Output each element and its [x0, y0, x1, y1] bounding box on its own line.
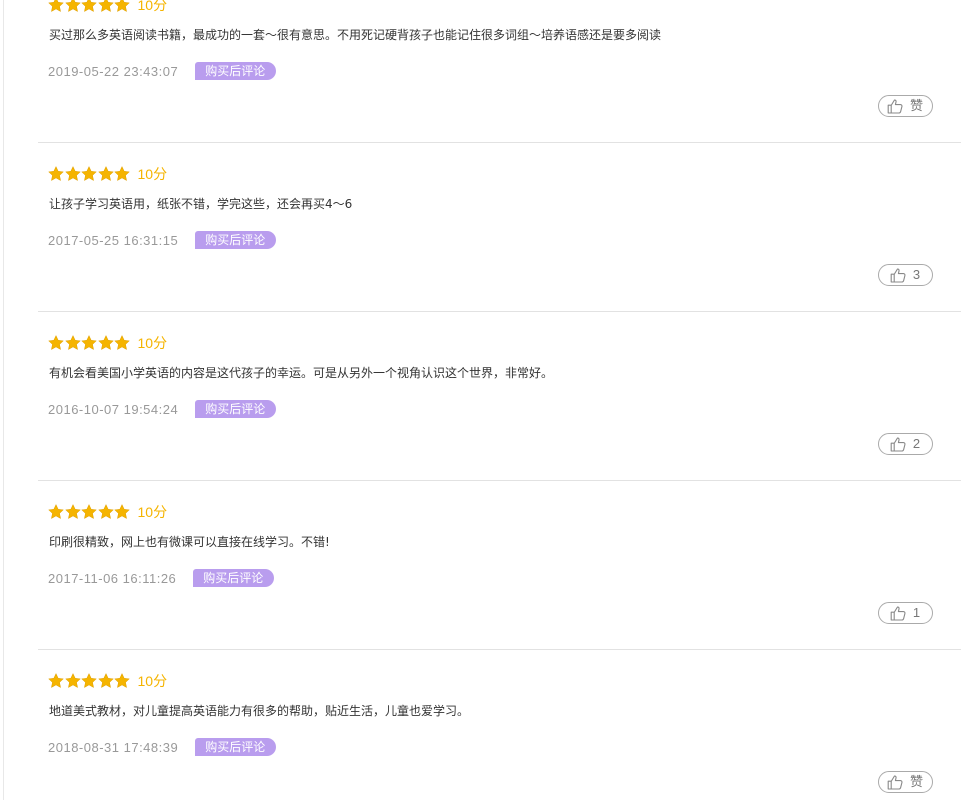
review-meta: 2018-08-31 17:48:39 购买后评论 [48, 737, 277, 757]
review-date: 2018-08-31 17:48:39 [48, 739, 179, 755]
review-meta: 2017-11-06 16:11:26 购买后评论 [48, 568, 275, 588]
score-label: 10分 [137, 335, 168, 351]
star-icon [48, 166, 64, 181]
score-label: 10分 [137, 673, 168, 689]
star-icon [114, 504, 130, 519]
star-icon [81, 335, 97, 350]
star-rating [48, 0, 131, 14]
rating: 10分 [48, 501, 167, 523]
rating: 10分 [48, 670, 167, 692]
left-border [3, 0, 4, 800]
star-rating [48, 672, 131, 690]
review-date: 2017-05-25 16:31:15 [48, 232, 179, 248]
review-meta: 2017-05-25 16:31:15 购买后评论 [48, 230, 277, 250]
like-count: 2 [912, 436, 921, 451]
rating: 10分 [48, 163, 167, 185]
like-button[interactable]: 1 [878, 602, 933, 624]
review-meta: 2019-05-22 23:43:07 购买后评论 [48, 61, 277, 81]
review-item: 10分 有机会看美国小学英语的内容是这代孩子的幸运。可是从另外一个视角认识这个世… [38, 312, 961, 481]
thumbs-up-icon [890, 606, 906, 621]
star-icon [97, 335, 114, 350]
like-count: 赞 [909, 98, 923, 113]
star-icon [97, 673, 114, 688]
star-icon [81, 504, 97, 519]
star-icon [114, 335, 130, 350]
star-icon [97, 0, 114, 12]
review-item: 10分 买过那么多英语阅读书籍，最成功的一套～很有意思。不用死记硬背孩子也能记住… [38, 0, 961, 143]
review-text: 印刷很精致，网上也有微课可以直接在线学习。不错! [49, 535, 330, 549]
star-icon [114, 673, 130, 688]
purchase-badge: 购买后评论 [195, 62, 277, 80]
review-item: 10分 地道美式教材，对儿童提高英语能力有很多的帮助，贴近生活，儿童也爱学习。 … [38, 650, 961, 800]
review-item: 10分 让孩子学习英语用，纸张不错，学完这些，还会再买4～6 2017-05-2… [38, 143, 961, 312]
purchase-badge: 购买后评论 [195, 231, 277, 249]
star-icon [64, 504, 81, 519]
star-icon [81, 166, 97, 181]
star-icon [48, 0, 64, 12]
star-icon [114, 166, 130, 181]
rating: 10分 [48, 0, 167, 16]
score-label: 10分 [137, 166, 168, 182]
star-icon [48, 504, 64, 519]
score-label: 10分 [137, 504, 168, 520]
star-rating [48, 503, 131, 521]
review-text: 买过那么多英语阅读书籍，最成功的一套～很有意思。不用死记硬背孩子也能记住很多词组… [49, 28, 662, 42]
purchase-badge: 购买后评论 [195, 400, 277, 418]
like-count: 赞 [909, 774, 923, 789]
review-date: 2016-10-07 19:54:24 [48, 401, 179, 417]
thumbs-up-icon [890, 268, 906, 283]
rating: 10分 [48, 332, 167, 354]
thumbs-up-icon [887, 775, 903, 790]
like-button[interactable]: 2 [878, 433, 933, 455]
star-icon [97, 166, 114, 181]
star-rating [48, 165, 131, 183]
star-icon [64, 0, 81, 12]
star-icon [81, 673, 97, 688]
review-text: 让孩子学习英语用，纸张不错，学完这些，还会再买4～6 [49, 197, 353, 211]
star-icon [64, 166, 81, 181]
purchase-badge: 购买后评论 [195, 738, 277, 756]
like-button[interactable]: 赞 [877, 771, 933, 793]
star-icon [48, 335, 64, 350]
like-button[interactable]: 赞 [877, 95, 933, 117]
star-icon [64, 673, 81, 688]
review-list-page: 10分 买过那么多英语阅读书籍，最成功的一套～很有意思。不用死记硬背孩子也能记住… [0, 0, 961, 800]
review-date: 2017-11-06 16:11:26 [48, 570, 177, 586]
star-icon [97, 504, 114, 519]
review-date: 2019-05-22 23:43:07 [48, 63, 179, 79]
thumbs-up-icon [890, 437, 906, 452]
like-button[interactable]: 3 [878, 264, 933, 286]
star-icon [48, 673, 64, 688]
review-item: 10分 印刷很精致，网上也有微课可以直接在线学习。不错! 2017-11-06 … [38, 481, 961, 650]
like-count: 3 [912, 267, 921, 282]
review-meta: 2016-10-07 19:54:24 购买后评论 [48, 399, 277, 419]
star-icon [81, 0, 97, 12]
like-count: 1 [912, 605, 921, 620]
thumbs-up-icon [887, 99, 903, 114]
review-text: 有机会看美国小学英语的内容是这代孩子的幸运。可是从另外一个视角认识这个世界，非常… [49, 366, 554, 380]
purchase-badge: 购买后评论 [193, 569, 275, 587]
star-icon [64, 335, 81, 350]
review-text: 地道美式教材，对儿童提高英语能力有很多的帮助，贴近生活，儿童也爱学习。 [49, 704, 470, 718]
score-label: 10分 [137, 0, 168, 13]
star-icon [114, 0, 130, 12]
star-rating [48, 334, 131, 352]
